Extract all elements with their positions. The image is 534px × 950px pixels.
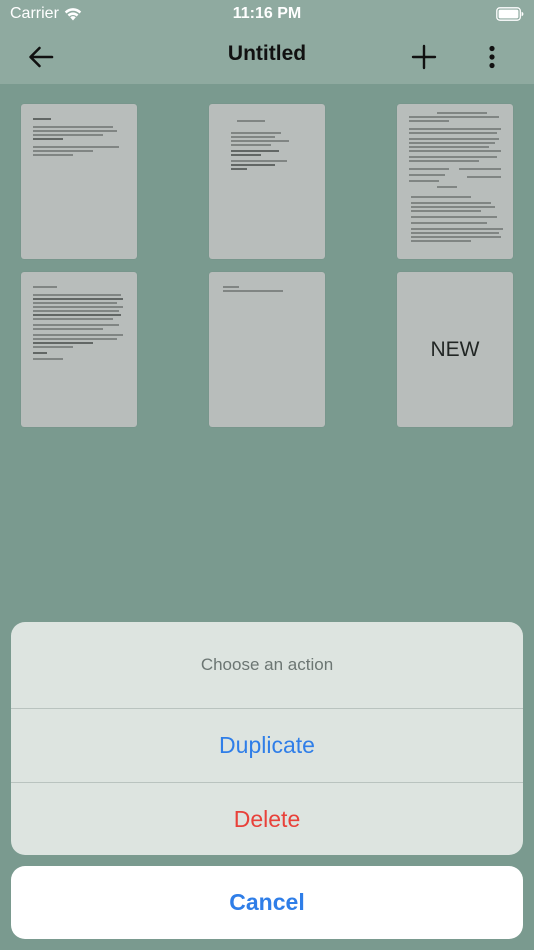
status-time: 11:16 PM bbox=[232, 5, 302, 22]
navigation-bar: Untitled bbox=[0, 30, 534, 84]
action-sheet-title: Choose an action bbox=[200, 655, 334, 674]
add-document-button[interactable] bbox=[407, 40, 441, 74]
status-bar: Carrier 11:16 PM bbox=[0, 0, 534, 30]
battery-icon bbox=[496, 7, 524, 21]
more-options-button[interactable] bbox=[475, 40, 509, 74]
action-sheet: Choose an action Duplicate Delete bbox=[11, 622, 523, 855]
plus-icon bbox=[411, 44, 437, 70]
cancel-button[interactable]: Cancel bbox=[11, 866, 523, 939]
delete-button[interactable]: Delete bbox=[11, 783, 523, 855]
duplicate-button[interactable]: Duplicate bbox=[11, 709, 523, 782]
more-vertical-icon bbox=[489, 45, 495, 69]
page-title: Untitled bbox=[227, 42, 307, 65]
